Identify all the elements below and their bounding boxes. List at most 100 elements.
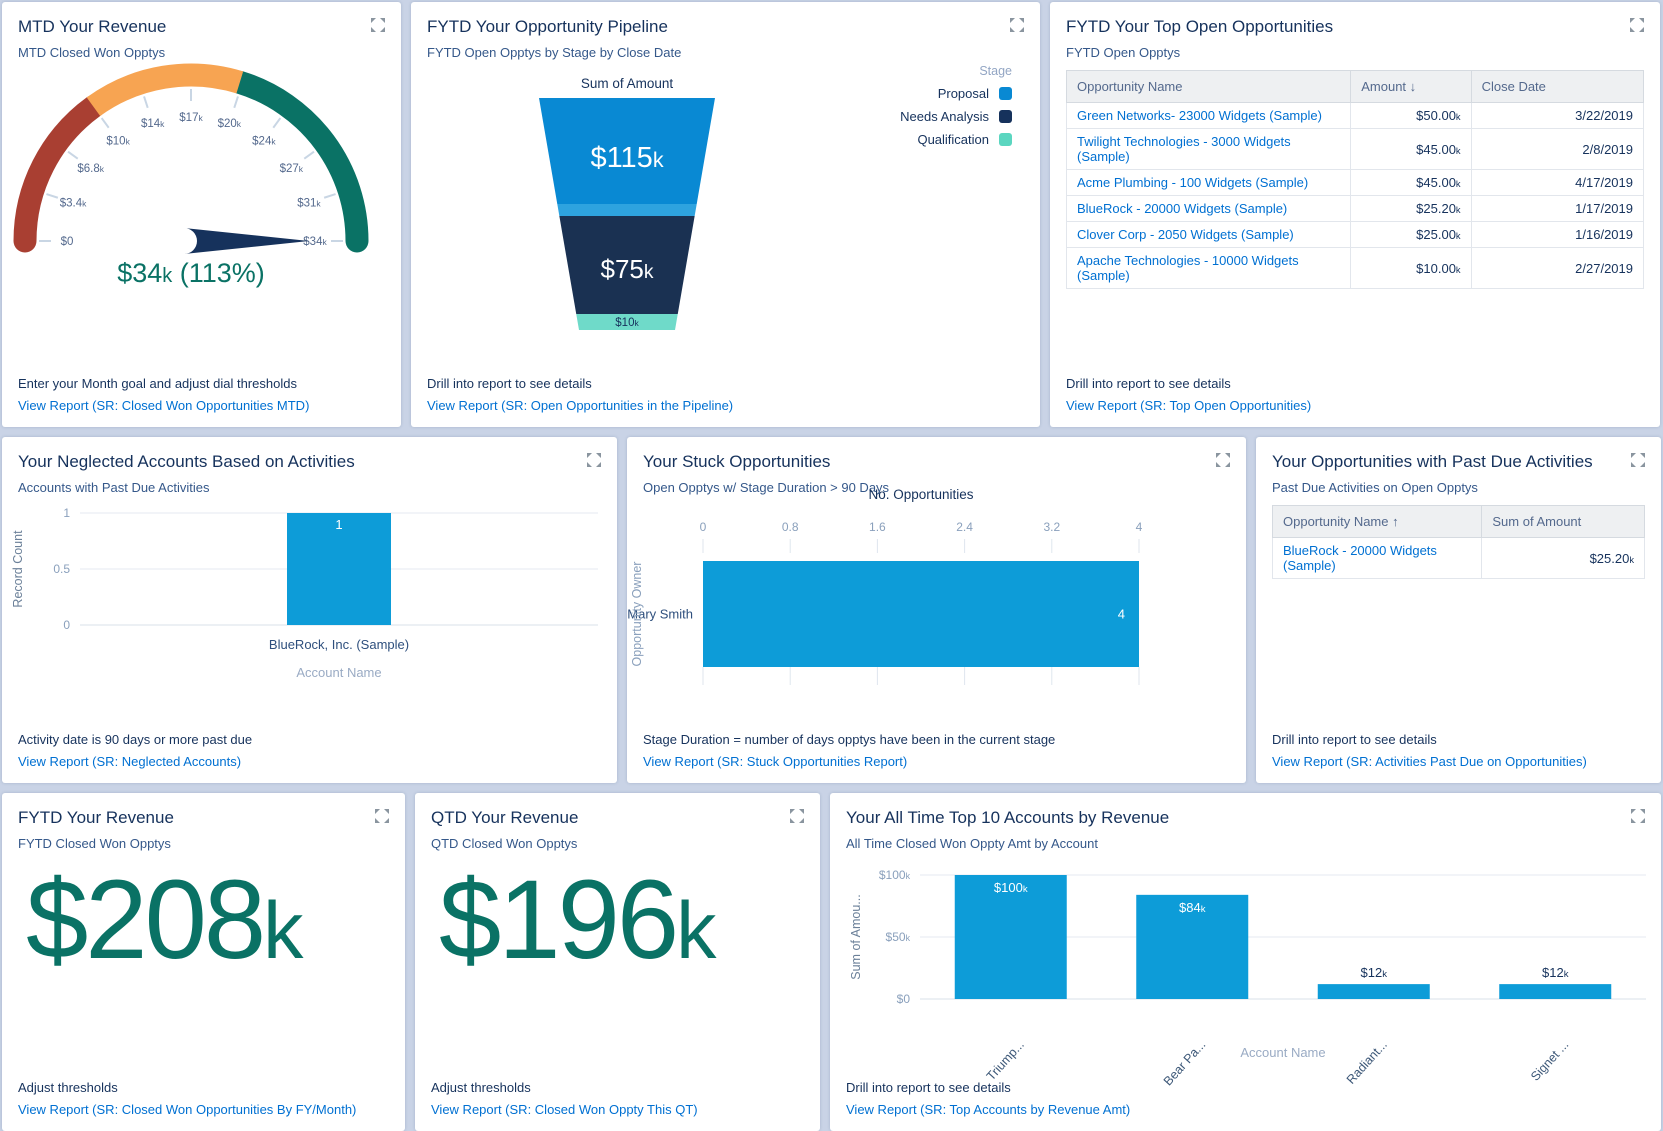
opportunity-link[interactable]: Apache Technologies - 10000 Widgets (Sam… — [1077, 253, 1299, 283]
view-report-link[interactable]: View Report (SR: Open Opportunities in t… — [427, 396, 1024, 416]
cell-value: 2/27/2019 — [1470, 247, 1645, 289]
expand-icon[interactable] — [1630, 18, 1644, 37]
svg-text:Account Name: Account Name — [296, 665, 381, 680]
widget-footer: Enter your Month goal and adjust dial th… — [18, 374, 385, 416]
footer-note: Drill into report to see details — [427, 376, 592, 391]
view-report-link[interactable]: View Report (SR: Top Open Opportunities) — [1066, 396, 1644, 416]
top-open-opportunities-table: Opportunity Name Amount ↓ Close Date Green … — [1065, 70, 1645, 289]
footer-note: Drill into report to see details — [1066, 376, 1231, 391]
svg-text:4: 4 — [1118, 607, 1125, 622]
opportunity-link[interactable]: Green Networks- 23000 Widgets (Sample) — [1077, 108, 1322, 123]
cell-value: 4/17/2019 — [1470, 169, 1645, 196]
widget-subtitle: Past Due Activities on Open Opptys — [1272, 480, 1478, 496]
svg-text:Triump...: Triump... — [984, 1038, 1027, 1084]
footer-note: Adjust thresholds — [18, 1080, 118, 1095]
legend-color-chip — [999, 133, 1012, 146]
footer-note: Adjust thresholds — [431, 1080, 531, 1095]
cell-value: $45.00k — [1350, 169, 1472, 196]
revenue-gauge[interactable]: $0 $3.4k $6.8k $10k $14k $17k $20k $24k $27k $31k… — [2, 2, 401, 427]
cell-value: 2/8/2019 — [1470, 128, 1645, 170]
svg-text:$100k: $100k — [994, 880, 1028, 895]
widget-footer: Drill into report to see details View Re… — [846, 1078, 1645, 1120]
column-header[interactable]: Sum of Amount — [1481, 505, 1645, 538]
widget-footer: Activity date is 90 days or more past du… — [18, 730, 601, 772]
svg-text:$24k: $24k — [252, 136, 276, 148]
view-report-link[interactable]: View Report (SR: Neglected Accounts) — [18, 752, 601, 772]
opportunity-link[interactable]: BlueRock - 20000 Widgets (Sample) — [1283, 543, 1437, 573]
cell-value: 1/17/2019 — [1470, 195, 1645, 222]
table-row: BlueRock - 20000 Widgets (Sample) $25.20k — [1271, 537, 1645, 579]
legend-color-chip — [999, 110, 1012, 123]
widget-pipeline: FYTD Your Opportunity Pipeline FYTD Open… — [411, 2, 1040, 427]
footer-note: Stage Duration = number of days opptys h… — [643, 732, 1056, 747]
footer-note: Enter your Month goal and adjust dial th… — [18, 376, 297, 391]
expand-icon[interactable] — [1631, 453, 1645, 472]
opportunity-link[interactable]: Twilight Technologies - 3000 Widgets (Sa… — [1077, 134, 1291, 164]
svg-text:0: 0 — [700, 520, 707, 534]
widget-qtd-revenue: QTD Your Revenue QTD Closed Won Opptys $… — [415, 793, 820, 1131]
legend-color-chip — [999, 87, 1012, 100]
table-row: Clover Corp - 2050 Widgets (Sample) $25.0… — [1065, 221, 1645, 248]
svg-text:$20k: $20k — [218, 118, 242, 130]
cell-value: $45.00k — [1350, 128, 1472, 170]
view-report-link[interactable]: View Report (SR: Activities Past Due on … — [1272, 752, 1645, 772]
widget-subtitle: QTD Closed Won Opptys — [431, 836, 578, 852]
svg-text:$100k: $100k — [879, 868, 911, 882]
view-report-link[interactable]: View Report (SR: Stuck Opportunities Rep… — [643, 752, 1230, 772]
column-header[interactable]: Opportunity Name — [1065, 70, 1352, 103]
svg-text:$3.4k: $3.4k — [60, 198, 87, 210]
cell-value: $25.00k — [1350, 221, 1472, 248]
svg-text:0.5: 0.5 — [53, 562, 70, 576]
cell-opportunity-name: BlueRock - 20000 Widgets (Sample) — [1271, 537, 1483, 579]
svg-text:$6.8k: $6.8k — [77, 163, 104, 175]
svg-text:$12k: $12k — [1542, 965, 1569, 980]
column-header[interactable]: Opportunity Name ↑ — [1271, 505, 1483, 538]
expand-icon[interactable] — [375, 809, 389, 828]
opportunity-link[interactable]: Acme Plumbing - 100 Widgets (Sample) — [1077, 175, 1308, 190]
svg-text:0.8: 0.8 — [782, 520, 799, 534]
svg-text:BlueRock, Inc. (Sample): BlueRock, Inc. (Sample) — [269, 637, 409, 652]
cell-value: $25.20k — [1350, 195, 1472, 222]
svg-text:$34k (113%): $34k (113%) — [117, 258, 265, 288]
view-report-link[interactable]: View Report (SR: Top Accounts by Revenue… — [846, 1100, 1645, 1120]
footer-note: Drill into report to see details — [846, 1080, 1011, 1095]
opportunity-link[interactable]: Clover Corp - 2050 Widgets (Sample) — [1077, 227, 1294, 242]
cell-value: 1/16/2019 — [1470, 221, 1645, 248]
legend-label: Qualification — [917, 132, 989, 147]
widget-stuck-opportunities: Your Stuck Opportunities Open Opptys w/ … — [627, 437, 1246, 783]
column-header[interactable]: Amount ↓ — [1350, 70, 1472, 103]
column-header[interactable]: Close Date — [1470, 70, 1645, 103]
svg-text:$0: $0 — [897, 992, 911, 1006]
cell-opportunity-name: Green Networks- 23000 Widgets (Sample) — [1065, 102, 1352, 129]
dashboard: MTD Your Revenue MTD Closed Won Opptys $… — [0, 0, 1663, 1131]
widget-footer: Drill into report to see details View Re… — [427, 374, 1024, 416]
revenue-metric: $208k — [26, 857, 303, 982]
svg-text:2.4: 2.4 — [956, 520, 973, 534]
cell-value: $10.00k — [1350, 247, 1472, 289]
svg-text:Sum of Amount: Sum of Amount — [581, 76, 674, 91]
svg-text:1: 1 — [63, 506, 70, 520]
widget-footer: Drill into report to see details View Re… — [1272, 730, 1645, 772]
opportunity-link[interactable]: BlueRock - 20000 Widgets (Sample) — [1077, 201, 1287, 216]
svg-text:1: 1 — [335, 517, 342, 532]
widget-fytd-revenue: FYTD Your Revenue FYTD Closed Won Opptys… — [2, 793, 405, 1131]
table-row: BlueRock - 20000 Widgets (Sample) $25.20k… — [1065, 195, 1645, 222]
legend-item[interactable]: Proposal — [938, 86, 1012, 101]
legend-item[interactable]: Needs Analysis — [900, 109, 1012, 124]
view-report-link[interactable]: View Report (SR: Closed Won Oppty This Q… — [431, 1100, 804, 1120]
footer-note: Drill into report to see details — [1272, 732, 1437, 747]
revenue-metric: $196k — [439, 857, 716, 982]
stage-legend: Stage Proposal Needs Analysis Qualification — [900, 64, 1012, 155]
dashboard-row-3: FYTD Your Revenue FYTD Closed Won Opptys… — [2, 793, 1661, 1131]
widget-mtd-revenue: MTD Your Revenue MTD Closed Won Opptys $… — [2, 2, 401, 427]
legend-item[interactable]: Qualification — [917, 132, 1012, 147]
svg-text:Opportunity Owner: Opportunity Owner — [630, 562, 644, 667]
table-row: Acme Plumbing - 100 Widgets (Sample) $45.… — [1065, 169, 1645, 196]
svg-text:4: 4 — [1136, 520, 1143, 534]
view-report-link[interactable]: View Report (SR: Closed Won Opportunitie… — [18, 1100, 389, 1120]
svg-text:Record Count: Record Count — [11, 530, 25, 608]
widget-past-due-activities: Your Opportunities with Past Due Activit… — [1256, 437, 1661, 783]
expand-icon[interactable] — [790, 809, 804, 828]
view-report-link[interactable]: View Report (SR: Closed Won Opportunitie… — [18, 396, 385, 416]
svg-text:$31k: $31k — [297, 198, 321, 210]
